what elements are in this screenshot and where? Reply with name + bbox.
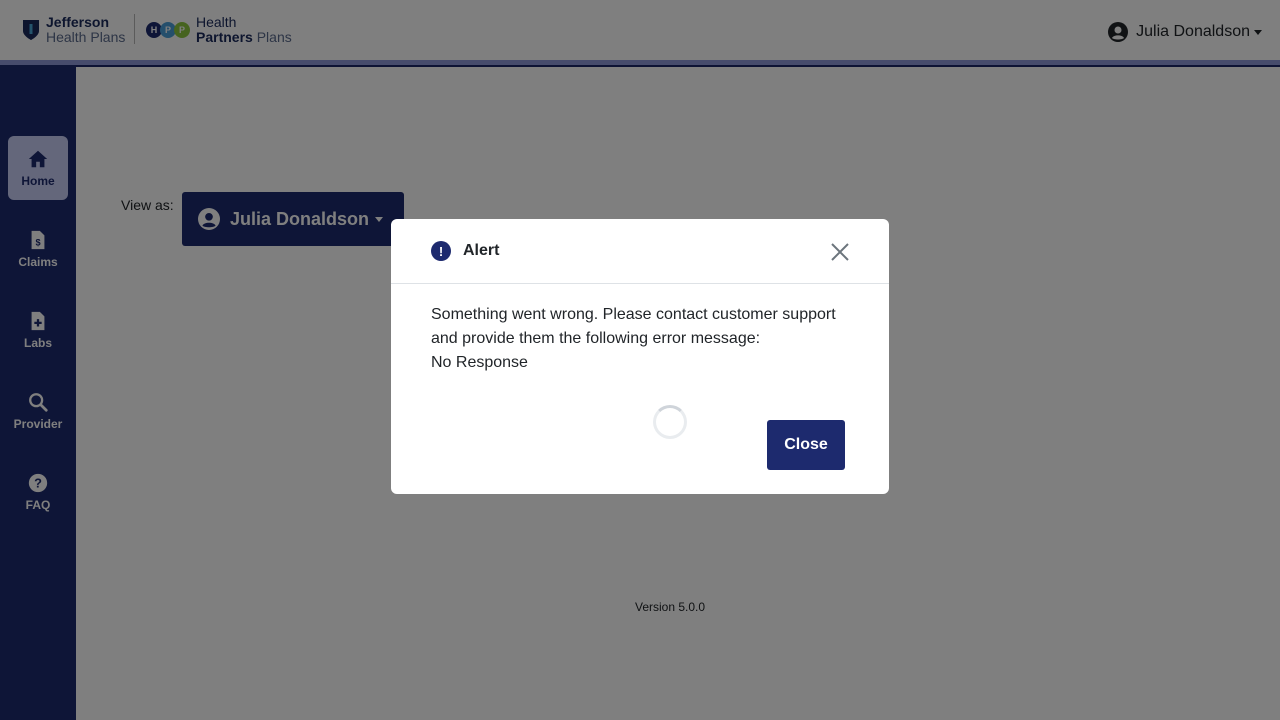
close-button[interactable]: Close	[767, 420, 845, 470]
exclamation-circle-icon: !	[431, 241, 451, 261]
modal-body: Something went wrong. Please contact cus…	[431, 303, 851, 375]
error-message: Something went wrong. Please contact cus…	[431, 306, 836, 347]
loading-spinner-icon	[653, 405, 687, 439]
modal-title: Alert	[463, 242, 500, 259]
close-icon[interactable]	[829, 241, 851, 263]
error-detail: No Response	[431, 354, 528, 371]
alert-modal: ! Alert Something went wrong. Please con…	[391, 219, 889, 494]
modal-header: ! Alert	[391, 219, 889, 284]
